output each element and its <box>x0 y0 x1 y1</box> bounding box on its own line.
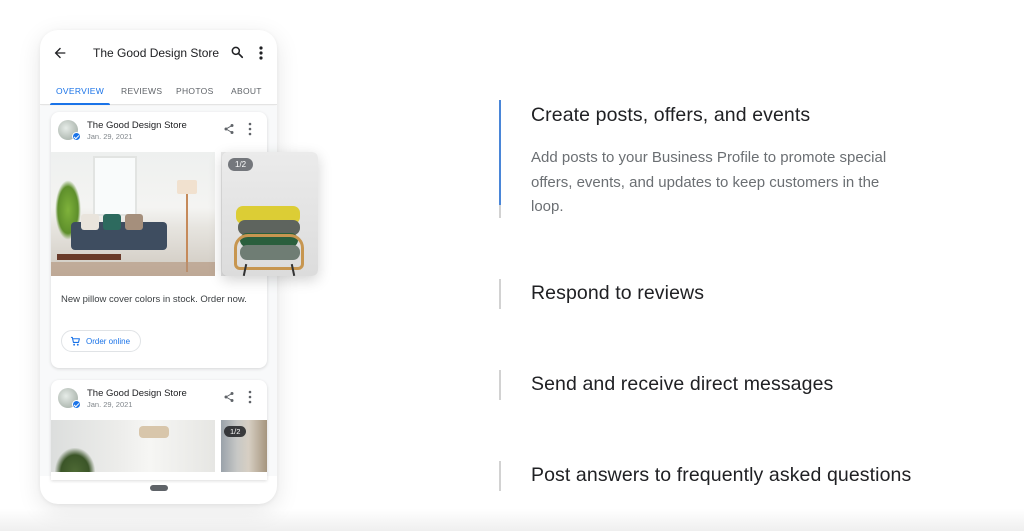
tab-about[interactable]: ABOUT <box>231 86 262 96</box>
photo-lamp <box>177 180 197 194</box>
photo-cushion <box>81 214 99 230</box>
tab-reviews[interactable]: REVIEWS <box>121 86 162 96</box>
feature-progress-track <box>499 461 501 491</box>
post-photo-living-room[interactable] <box>51 152 215 276</box>
enlarged-photo-pillows[interactable]: 1/2 <box>222 152 318 276</box>
app-title: The Good Design Store <box>93 46 220 60</box>
app-bar: The Good Design Store <box>40 30 277 76</box>
photo-counter: 1/2 <box>224 426 247 437</box>
feature-title: Post answers to frequently asked questio… <box>531 464 912 486</box>
post-header: The Good Design Store Jan. 29, 2021 <box>51 112 267 150</box>
more-vert-icon[interactable] <box>248 390 252 404</box>
post-card: The Good Design Store Jan. 29, 2021 1/2 <box>51 380 267 480</box>
arrow-back-icon[interactable] <box>52 45 68 61</box>
order-online-label: Order online <box>86 336 131 346</box>
tab-overview[interactable]: OVERVIEW <box>56 86 104 96</box>
verified-icon <box>72 132 81 141</box>
photo-pillow <box>139 426 169 438</box>
photo-window <box>93 156 137 216</box>
feature-progress-track <box>499 279 501 309</box>
photo-cushion <box>103 214 121 230</box>
photo-plant <box>55 448 95 472</box>
feature-description: Add posts to your Business Profile to pr… <box>531 149 887 215</box>
photo-cushion <box>125 214 143 230</box>
photo-floor <box>51 262 215 276</box>
active-tab-indicator <box>50 103 110 105</box>
post-store-name: The Good Design Store <box>87 388 187 399</box>
feature-title: Create posts, offers, and events <box>531 104 811 126</box>
post-date: Jan. 29, 2021 <box>87 400 133 409</box>
home-indicator <box>150 485 168 491</box>
more-vert-icon[interactable] <box>258 45 264 61</box>
tab-bar: OVERVIEW REVIEWS PHOTOS ABOUT <box>40 76 277 105</box>
feature-progress-track <box>499 100 501 218</box>
feature-title: Respond to reviews <box>531 282 705 304</box>
page-bottom-fade <box>0 509 1024 531</box>
verified-icon <box>72 400 81 409</box>
share-icon[interactable] <box>223 123 235 135</box>
share-icon[interactable] <box>223 391 235 403</box>
photo-table <box>57 254 121 260</box>
more-vert-icon[interactable] <box>248 122 252 136</box>
tab-photos[interactable]: PHOTOS <box>176 86 214 96</box>
photo-counter: 1/2 <box>228 158 254 171</box>
photo-lamp-stand <box>186 194 188 272</box>
post-text: New pillow cover colors in stock. Order … <box>61 294 247 305</box>
feature-title: Send and receive direct messages <box>531 373 834 395</box>
feature-progress-fill <box>499 100 501 206</box>
post-photo-bedroom[interactable] <box>51 420 215 472</box>
feature-progress-track <box>499 370 501 400</box>
cart-icon <box>70 336 80 346</box>
post-header: The Good Design Store Jan. 29, 2021 <box>51 380 267 418</box>
post-store-name: The Good Design Store <box>87 120 187 131</box>
search-icon[interactable] <box>230 45 244 59</box>
order-online-button[interactable]: Order online <box>61 330 142 352</box>
post-date: Jan. 29, 2021 <box>87 132 133 141</box>
